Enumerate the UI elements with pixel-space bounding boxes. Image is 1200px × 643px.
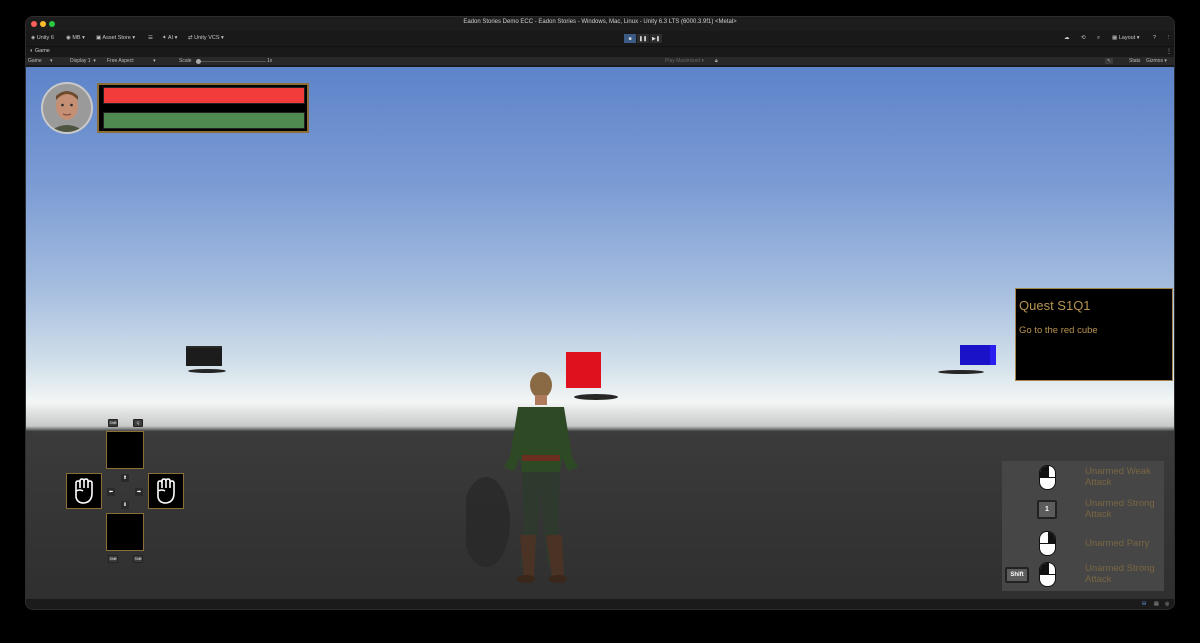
stats-button[interactable]: Stats	[1129, 58, 1140, 64]
menu-icon[interactable]: ☰	[148, 35, 153, 41]
tab-bar: ◐ Game ⋮	[26, 47, 1174, 57]
quest-title: Quest S1Q1	[1019, 298, 1091, 313]
view-select[interactable]: Game ▾	[28, 58, 52, 64]
search-icon[interactable]: ⌕	[1097, 35, 1100, 42]
player-portrait	[41, 82, 93, 134]
mouse-right-icon	[1039, 531, 1056, 556]
combat-hint-label: Unarmed Strong Attack	[1085, 563, 1155, 585]
skill-slot-top[interactable]	[106, 431, 144, 469]
tab-options-icon[interactable]: ⋮	[1166, 48, 1172, 55]
status-bars-panel	[97, 83, 309, 133]
vcs-menu[interactable]: ⇄ Unity VCS ▾	[188, 35, 224, 41]
portrait-face-icon	[43, 84, 91, 132]
display-select[interactable]: Display 1 ▾	[70, 58, 96, 64]
skill-slot-bottom[interactable]	[106, 513, 144, 551]
step-button[interactable]: ▶❚	[650, 34, 662, 43]
ai-menu[interactable]: ✦ AI ▾	[162, 35, 177, 41]
combat-hint-label: Unarmed Parry	[1085, 538, 1150, 549]
black-cube	[186, 346, 222, 366]
combat-hint-row: Unarmed Parry	[1002, 529, 1164, 559]
black-cube-shadow	[188, 369, 226, 373]
quest-description: Go to the red cube	[1019, 325, 1098, 336]
scale-label: Scale	[179, 58, 192, 64]
pause-button[interactable]: ❚❚	[637, 34, 649, 43]
window-title: Eadon Stories Demo ECC - Eadon Stories -…	[463, 19, 737, 25]
key-hint: Shift	[133, 555, 143, 563]
combat-hint-label: Unarmed Weak Attack	[1085, 466, 1151, 488]
stop-button[interactable]: ■	[624, 34, 636, 43]
history-icon[interactable]: ⟲	[1081, 35, 1086, 41]
combat-hint-label: Unarmed Strong Attack	[1085, 498, 1155, 520]
arrow-left-icon: ⬅	[107, 488, 115, 496]
mouse-left-icon	[1039, 562, 1056, 587]
arrow-right-icon: ➡	[135, 488, 143, 496]
main-toolbar: ◈ Unity 6 ◉ MB ▾ ▣ Asset Store ▾ ☰ ✦ AI …	[26, 31, 1174, 47]
arrow-down-icon: ⬇	[121, 501, 129, 509]
combat-hint-row: Shift Unarmed Strong Attack	[1002, 560, 1164, 590]
stamina-bar	[103, 112, 305, 129]
player-character	[466, 372, 578, 583]
help-icon[interactable]: ?	[1153, 35, 1156, 41]
mouse-left-icon	[1039, 465, 1056, 490]
key-hint: Q	[133, 419, 143, 427]
play-mode-select[interactable]: Play Maximized ▾	[665, 58, 704, 64]
status-bar: ⛁ ▤ ◎	[26, 599, 1174, 609]
scale-value: 1x	[267, 58, 273, 64]
health-bar	[103, 87, 305, 104]
unity-version-menu[interactable]: ◈ Unity 6	[31, 35, 54, 41]
blue-cube	[960, 345, 996, 365]
fist-icon	[75, 478, 93, 504]
game-viewport[interactable]: Quest S1Q1 Go to the red cube Shift Q ⬆	[26, 67, 1174, 599]
layout-menu[interactable]: ▦ Layout ▾	[1112, 35, 1140, 41]
arrow-up-icon: ⬆	[121, 474, 129, 482]
combat-hint-row: 1 Unarmed Strong Attack	[1002, 496, 1164, 526]
asset-store-menu[interactable]: ▣ Asset Store ▾	[96, 35, 135, 41]
key-1-icon: 1	[1037, 500, 1057, 519]
notes-icon[interactable]: ▤	[1154, 601, 1159, 607]
settings-icon[interactable]: ◎	[1165, 601, 1169, 607]
shift-key-icon: Shift	[1005, 567, 1029, 583]
tab-game[interactable]: ◐ Game	[30, 48, 50, 54]
right-hand-slot[interactable]	[148, 473, 184, 509]
pointer-icon[interactable]: ↖	[1105, 58, 1114, 64]
blue-cube-shadow	[938, 370, 984, 374]
title-bar: Eadon Stories Demo ECC - Eadon Stories -…	[26, 17, 1174, 31]
unity-editor-window: Eadon Stories Demo ECC - Eadon Stories -…	[25, 16, 1175, 610]
scale-slider-handle[interactable]	[196, 59, 201, 64]
quest-panel: Quest S1Q1 Go to the red cube	[1015, 288, 1173, 381]
combat-controls-panel: Unarmed Weak Attack 1 Unarmed Strong Att…	[1002, 461, 1164, 591]
game-view-toolbar: Game ▾ Display 1 ▾ Free Aspect ▾ Scale 1…	[26, 57, 1174, 66]
account-menu[interactable]: ◉ MB ▾	[66, 35, 85, 41]
key-hint: Shift	[108, 555, 118, 563]
combat-hint-row: Unarmed Weak Attack	[1002, 463, 1164, 493]
cache-server-icon[interactable]: ⛁	[1142, 601, 1146, 607]
key-hint: Shift	[108, 419, 118, 427]
play-controls: ■ ❚❚ ▶❚	[624, 34, 662, 43]
fist-icon	[157, 478, 175, 504]
mute-icon[interactable]: 🔒︎	[715, 58, 718, 64]
scale-slider-track[interactable]	[198, 61, 266, 62]
cloud-icon[interactable]: ☁	[1064, 35, 1070, 41]
left-hand-slot[interactable]	[66, 473, 102, 509]
aspect-select[interactable]: Free Aspect ▾	[107, 58, 156, 64]
more-icon[interactable]: ⋮	[1166, 35, 1172, 41]
skill-slots: Shift Q ⬆ ⬅ ➡ ⬇ Shift Shift	[66, 419, 186, 567]
gizmos-menu[interactable]: Gizmos ▾	[1146, 58, 1167, 64]
